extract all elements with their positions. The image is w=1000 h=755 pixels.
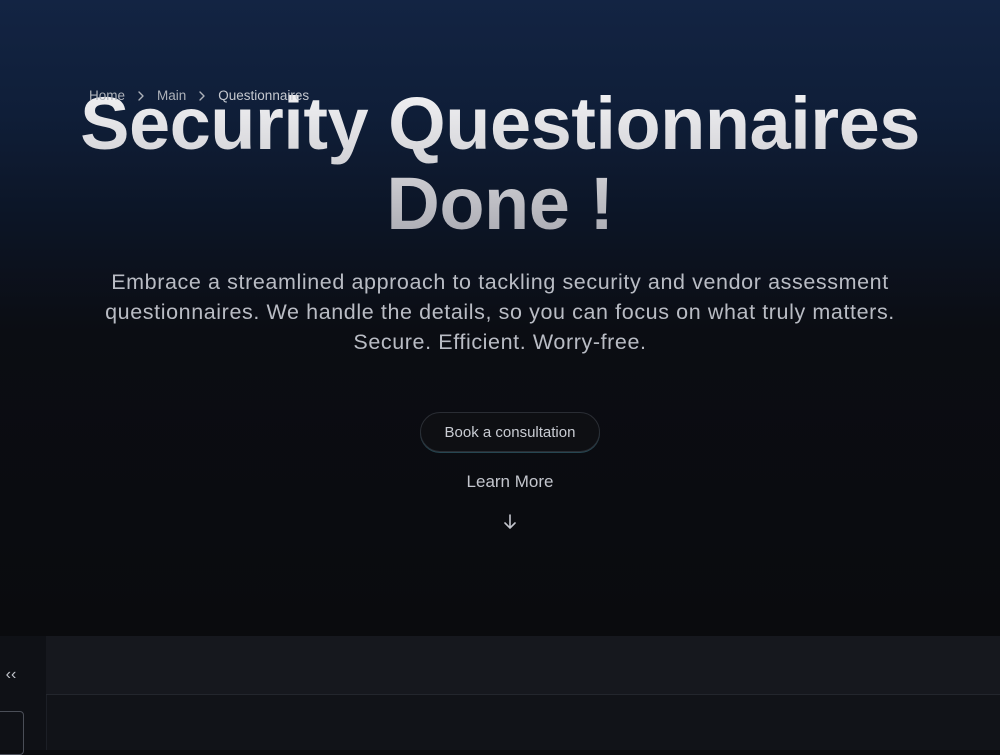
sidebar-panel-toggle[interactable] [0, 711, 24, 755]
hero-subtitle: Embrace a streamlined approach to tackli… [50, 267, 950, 357]
book-consultation-button[interactable]: Book a consultation [420, 412, 600, 452]
hero-subtitle-line-3: Secure. Efficient. Worry-free. [353, 330, 647, 354]
double-chevron-left-icon[interactable]: ‹‹ [0, 664, 22, 686]
sidebar: ‹‹ [0, 636, 47, 755]
arrow-down-icon[interactable] [500, 512, 520, 532]
hero-subtitle-line-1: Embrace a streamlined approach to tackli… [111, 270, 889, 294]
breadcrumb-questionnaires: Questionnaires [218, 88, 310, 103]
top-bar [46, 636, 1000, 695]
app-shell: ‹‹ [0, 636, 1000, 755]
learn-more-link[interactable]: Learn More [430, 472, 590, 492]
breadcrumb: Home Main Questionnaires [89, 88, 309, 103]
breadcrumb-main[interactable]: Main [157, 88, 186, 103]
hero-title-line-2: Done ! [386, 162, 614, 245]
breadcrumb-home[interactable]: Home [89, 88, 125, 103]
hero-title: Security Questionnaires Done ! [0, 84, 1000, 244]
chevron-right-icon [198, 90, 206, 101]
hero-subtitle-line-2: questionnaires. We handle the details, s… [105, 300, 895, 324]
chevron-right-icon [137, 90, 145, 101]
